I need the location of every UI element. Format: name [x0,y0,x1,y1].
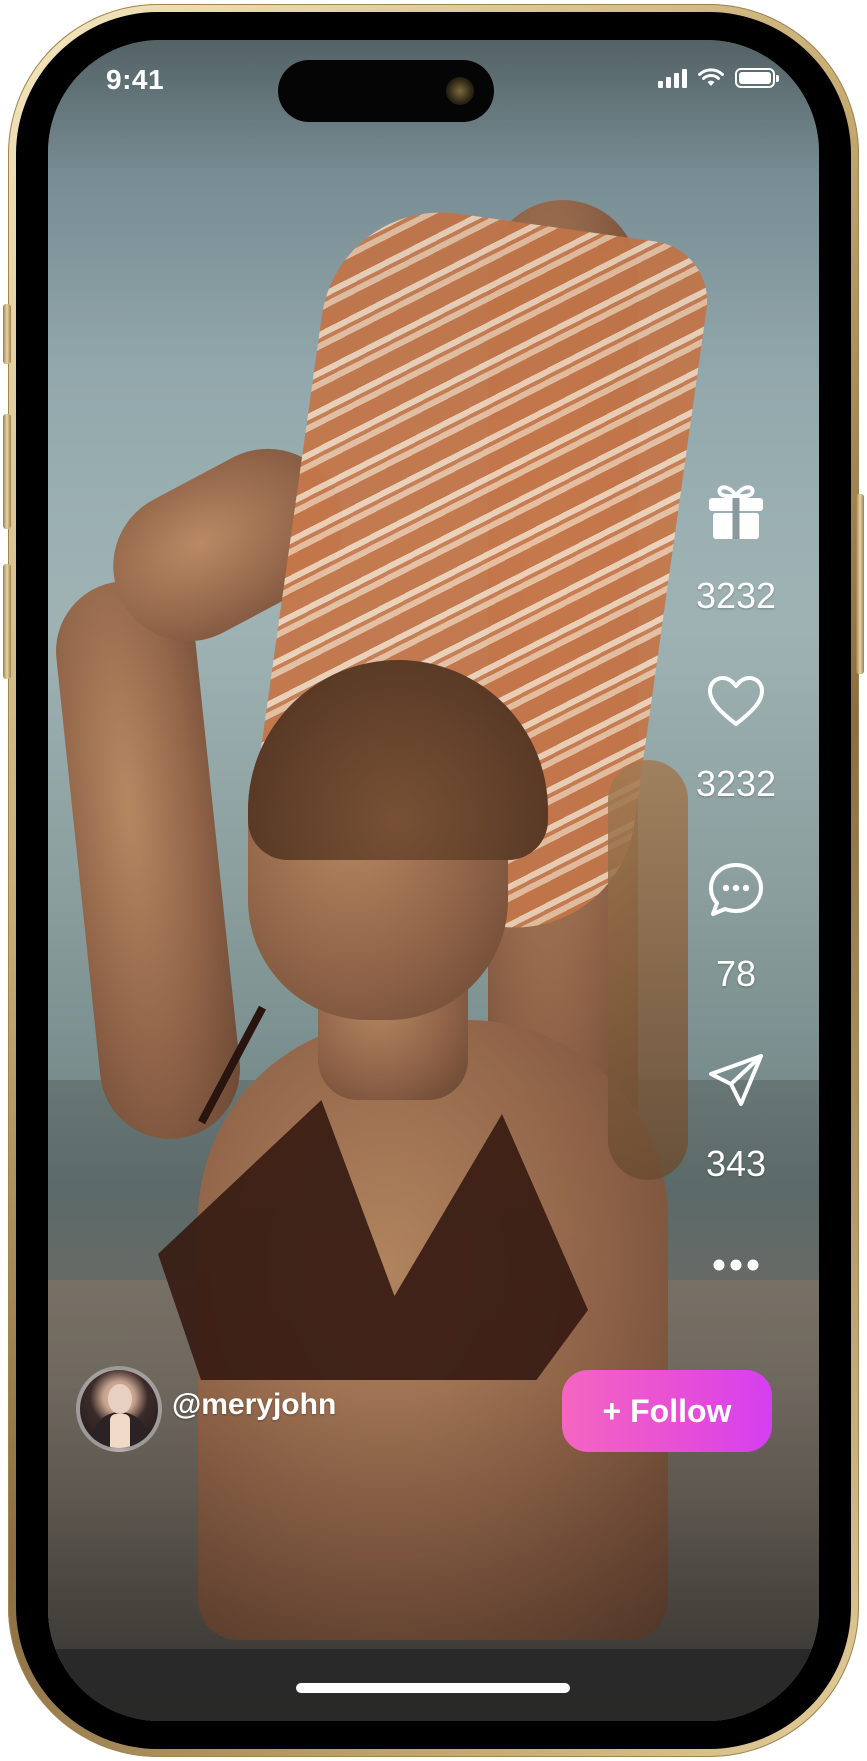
side-button [3,304,11,364]
username[interactable]: @meryjohn [172,1388,336,1422]
send-icon[interactable] [707,1052,765,1110]
comment-count: 78 [715,953,757,994]
more-horizontal-icon[interactable] [712,1258,760,1272]
follow-button[interactable]: + Follow [562,1370,772,1452]
camera-icon [446,77,474,105]
gift-count: 3232 [695,575,777,616]
home-indicator[interactable] [296,1683,570,1693]
share-count: 343 [705,1143,767,1184]
like-action[interactable]: 3232 [691,674,781,802]
status-indicators [658,68,779,88]
action-rail: 3232 3232 78 343 [691,480,781,1272]
heart-icon[interactable] [706,674,766,730]
gift-icon[interactable] [705,480,767,542]
screen: 9:41 3232 3232 78 343 @meryjohn + Follow [48,40,819,1721]
cellular-signal-icon [658,68,687,88]
share-action[interactable]: 343 [691,1052,781,1182]
power-button [856,494,864,674]
wifi-icon [698,68,724,86]
gift-action[interactable]: 3232 [691,480,781,614]
status-time: 9:41 [106,64,165,95]
comment-icon[interactable] [706,860,766,920]
dynamic-island [278,60,494,122]
battery-icon [735,68,779,88]
volume-up-button [3,414,11,529]
avatar[interactable] [76,1366,162,1452]
like-count: 3232 [695,763,777,804]
comment-action[interactable]: 78 [691,860,781,992]
volume-down-button [3,564,11,679]
